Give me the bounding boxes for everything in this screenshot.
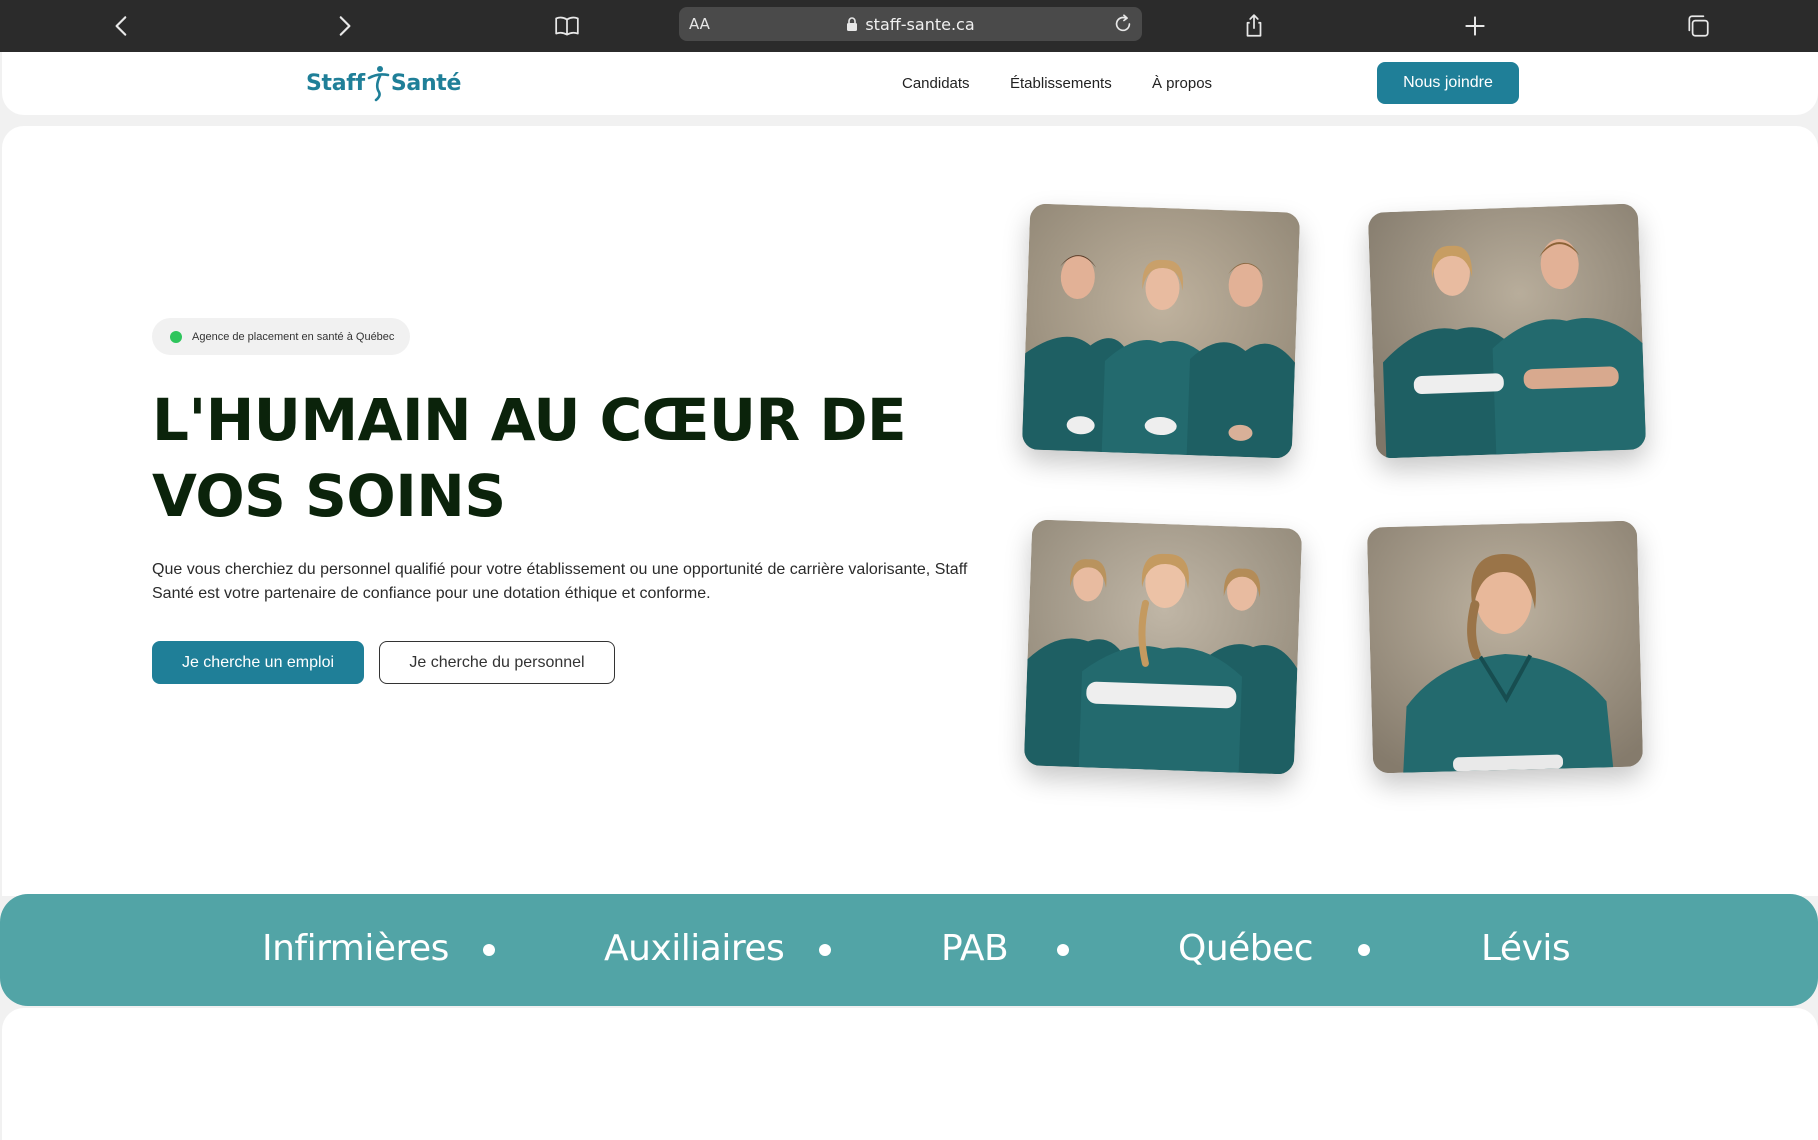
forward-button[interactable]	[326, 8, 362, 44]
site-header: Staff Santé Candidats Établissements À p…	[2, 52, 1818, 115]
hero-section: Agence de placement en santé à Québec L'…	[2, 126, 1818, 896]
nav-a-propos[interactable]: À propos	[1152, 75, 1212, 92]
portrait-photo	[1366, 520, 1644, 774]
status-dot-icon	[170, 330, 182, 343]
team-photo-two	[1367, 203, 1647, 459]
ticker-item: Lévis	[1481, 928, 1571, 969]
back-button[interactable]	[104, 8, 140, 44]
new-tab-button[interactable]	[1457, 8, 1493, 44]
address-bar[interactable]: AA staff-sante.ca	[679, 7, 1142, 41]
ticker-banner: Infirmières Auxiliaires PAB Québec Lévis	[0, 894, 1818, 1006]
hero-title: L'HUMAIN AU CŒUR DE VOS SOINS	[152, 386, 907, 530]
bullet-icon	[1358, 944, 1370, 956]
ticker-item: Québec	[1178, 928, 1314, 969]
team-photo-women	[1023, 519, 1303, 775]
share-button[interactable]	[1236, 8, 1272, 44]
nav-etablissements[interactable]: Établissements	[1010, 75, 1112, 92]
reload-icon[interactable]	[1112, 13, 1134, 35]
plus-icon	[1465, 16, 1485, 36]
nav-candidats[interactable]: Candidats	[902, 75, 970, 92]
team-photo-three	[1021, 203, 1301, 459]
ticker-item: Auxiliaires	[604, 928, 785, 969]
tabs-overview-button[interactable]	[1680, 8, 1716, 44]
person-logo-icon	[367, 66, 390, 102]
contact-button[interactable]: Nous joindre	[1377, 62, 1519, 104]
chevron-right-icon	[339, 16, 351, 36]
hero-description: Que vous cherchiez du personnel qualifié…	[152, 561, 968, 602]
chevron-left-icon	[115, 16, 127, 36]
find-job-button[interactable]: Je cherche un emploi	[152, 641, 364, 684]
tabs-icon	[1688, 15, 1709, 37]
bullet-icon	[1057, 944, 1069, 956]
logo[interactable]: Staff Santé	[306, 64, 461, 102]
lock-icon	[847, 17, 858, 31]
ticker-item: PAB	[941, 928, 1009, 969]
bookmarks-button[interactable]	[549, 8, 585, 44]
bullet-icon	[819, 944, 831, 956]
url-text: staff-sante.ca	[865, 14, 975, 34]
book-icon	[555, 16, 579, 36]
ticker-item: Infirmières	[262, 928, 449, 969]
find-staff-button[interactable]: Je cherche du personnel	[379, 641, 615, 684]
browser-toolbar: AA staff-sante.ca	[0, 0, 1818, 52]
share-icon	[1246, 14, 1262, 37]
next-section	[2, 1008, 1818, 1140]
bullet-icon	[483, 944, 495, 956]
location-badge: Agence de placement en santé à Québec	[152, 318, 411, 355]
